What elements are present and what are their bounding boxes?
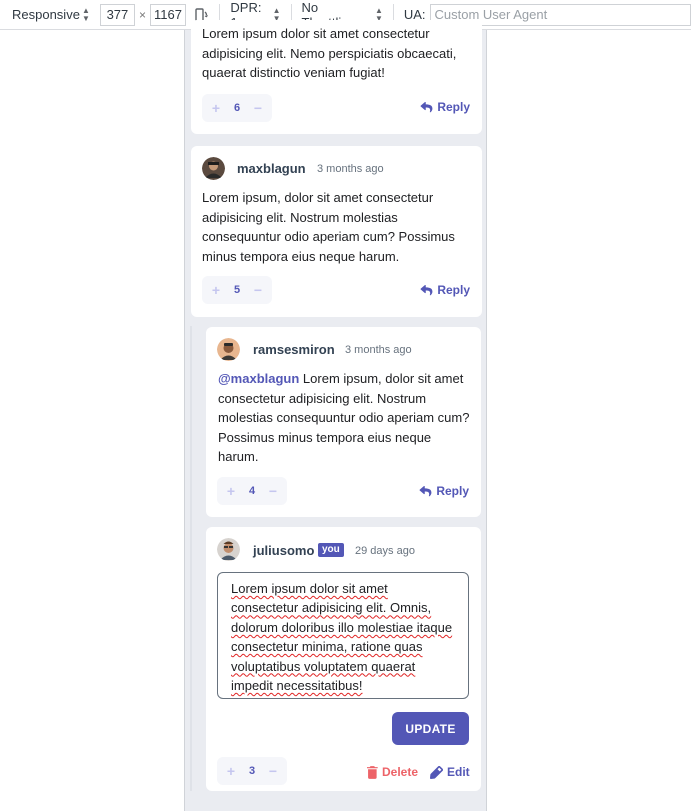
- username[interactable]: ramsesmiron: [253, 342, 335, 357]
- comment-text: Lorem ipsum, dolor sit amet consectetur …: [202, 190, 455, 264]
- comment-card: Lorem ipsum dolor sit amet consectetur a…: [191, 20, 482, 134]
- timestamp: 29 days ago: [355, 545, 415, 557]
- you-badge: you: [318, 543, 344, 557]
- edit-textarea-content: Lorem ipsum dolor sit amet consectetur a…: [231, 581, 453, 694]
- dimension-separator: ×: [139, 7, 147, 22]
- comment-text: Lorem ipsum dolor sit amet consectetur a…: [202, 26, 457, 80]
- device-select[interactable]: Responsive ▲ ▼: [6, 4, 96, 26]
- reply-thread-line: [190, 326, 192, 791]
- username[interactable]: maxblagun: [237, 161, 306, 176]
- select-caret-icon: ▲ ▼: [81, 5, 90, 23]
- reply-arrow-icon: [420, 101, 433, 112]
- delete-button[interactable]: Delete: [367, 765, 418, 779]
- plus-icon[interactable]: +: [210, 282, 222, 298]
- edit-button[interactable]: Edit: [430, 765, 470, 779]
- reply-arrow-icon: [420, 284, 433, 295]
- comment-text: @maxblagun Lorem ipsum, dolor sit amet c…: [218, 369, 473, 467]
- reply-button[interactable]: Reply: [420, 100, 470, 114]
- reply-label: Reply: [437, 100, 470, 114]
- trash-icon: [367, 765, 378, 779]
- reply-card: ramsesmiron 3 months ago @maxblagun Lore…: [206, 327, 481, 517]
- reply-button[interactable]: Reply: [420, 283, 470, 297]
- plus-icon[interactable]: +: [225, 483, 237, 499]
- score-count: 3: [248, 765, 256, 777]
- reply-label: Reply: [436, 484, 469, 498]
- delete-label: Delete: [382, 765, 419, 779]
- score-count: 5: [233, 284, 241, 296]
- avatar: [202, 157, 225, 180]
- edit-textarea[interactable]: Lorem ipsum dolor sit amet consectetur a…: [217, 572, 469, 699]
- reply-label: Reply: [437, 283, 470, 297]
- score-control: + 6 −: [202, 94, 272, 122]
- timestamp: 3 months ago: [317, 163, 384, 175]
- score-count: 4: [248, 485, 256, 497]
- reply-button[interactable]: Reply: [419, 484, 469, 498]
- edit-label: Edit: [447, 765, 470, 779]
- score-count: 6: [233, 102, 241, 114]
- reply-arrow-icon: [419, 485, 432, 496]
- device-select-label: Responsive: [12, 7, 80, 22]
- avatar: [217, 338, 240, 361]
- plus-icon[interactable]: +: [210, 100, 222, 116]
- username[interactable]: juliusomo: [253, 543, 314, 558]
- timestamp: 3 months ago: [345, 344, 412, 356]
- reply-card-editing: juliusomo you 29 days ago Lorem ipsum do…: [206, 527, 481, 791]
- mention-link[interactable]: @maxblagun: [218, 371, 299, 386]
- score-control: + 3 −: [217, 757, 287, 785]
- pencil-icon: [430, 765, 443, 779]
- score-control: + 5 −: [202, 276, 272, 304]
- width-input[interactable]: 377: [99, 3, 136, 26]
- score-control: + 4 −: [217, 477, 287, 505]
- minus-icon[interactable]: −: [252, 282, 264, 298]
- avatar: [217, 538, 240, 561]
- minus-icon[interactable]: −: [267, 483, 279, 499]
- minus-icon[interactable]: −: [267, 763, 279, 779]
- height-input[interactable]: 1167: [150, 3, 187, 26]
- minus-icon[interactable]: −: [252, 100, 264, 116]
- update-button[interactable]: UPDATE: [392, 712, 469, 745]
- plus-icon[interactable]: +: [225, 763, 237, 779]
- comment-card: maxblagun 3 months ago Lorem ipsum, dolo…: [191, 146, 482, 317]
